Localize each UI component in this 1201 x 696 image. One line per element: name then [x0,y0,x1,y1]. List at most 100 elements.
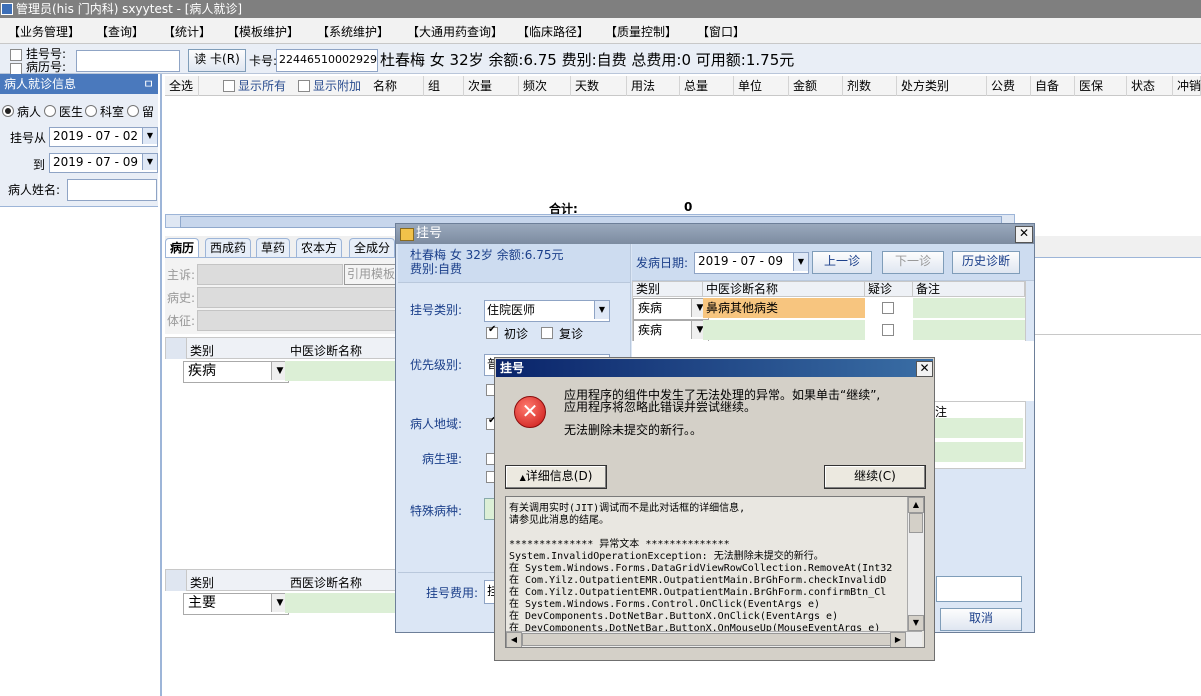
second-grid-cell-1[interactable] [933,418,1023,438]
tcm-type-select[interactable]: 疾病 ▼ [183,361,289,383]
col-insurance[interactable]: 医保 [1075,76,1127,96]
chevron-down-icon[interactable]: ▼ [793,253,808,271]
col-total[interactable]: 总量 [680,76,734,96]
scroll-right-icon[interactable]: ▶ [890,632,906,647]
record-form: 主诉: 引用模板 病史: 体征: [165,258,408,334]
diag-row2-suspect-checkbox[interactable] [882,324,894,336]
col-self[interactable]: 自备 [1031,76,1075,96]
radio-doctor[interactable] [44,105,56,117]
details-hscroll[interactable]: ◀ ▶ [506,631,922,647]
order-grid-body[interactable]: 合计: 0 [165,96,1201,216]
reg-type-select[interactable]: 住院医师 ▼ [484,300,610,322]
prev-visit-button[interactable]: 上一诊 [812,251,872,274]
cancel-button[interactable]: 取消 [940,608,1022,631]
diag-row1-type[interactable]: 疾病 ▼ [633,298,709,320]
col-rx-type[interactable]: 处方类别 [897,76,987,96]
dialog-lower-field[interactable] [936,576,1022,602]
radio-department[interactable] [85,105,97,117]
next-visit-button[interactable]: 下一诊 [882,251,944,274]
details-vscroll[interactable]: ▲ ▼ [907,497,924,631]
menu-business[interactable]: 【业务管理】 [8,23,80,40]
diag-row1-remark[interactable] [913,298,1025,318]
col-public[interactable]: 公费 [987,76,1031,96]
tab-all-ingredients[interactable]: 全成分 [349,238,396,257]
radio-patient[interactable] [2,105,14,117]
diag-row1-suspect-checkbox[interactable] [882,302,894,314]
menu-statistics[interactable]: 【统计】 [163,23,211,40]
menu-template[interactable]: 【模板维护】 [227,23,299,40]
toolbar: 挂号号: 病历号: 读 卡(R) 卡号: 224465100029293 杜春梅… [0,44,1201,75]
diag-row2-type[interactable]: 疾病 ▼ [633,320,709,342]
hscroll-thumb[interactable] [522,633,904,646]
chevron-down-icon[interactable]: ▼ [142,128,157,144]
show-extra-checkbox[interactable] [298,80,310,92]
window-title: 管理员(his 门内科) sxyytest - [病人就诊] [16,2,243,16]
wm-type-value: 主要 [188,595,216,611]
scroll-left-icon[interactable]: ◀ [506,632,522,647]
history-diagnosis-button[interactable]: 历史诊断 [952,251,1020,274]
pin-icon[interactable]: ㅁ [143,74,154,94]
wm-grid-row[interactable]: 主要 ▼ [165,591,397,615]
col-days[interactable]: 天数 [571,76,627,96]
tab-western-medicine[interactable]: 西成药 [205,238,252,257]
read-card-button[interactable]: 读 卡(R) [188,49,246,72]
scroll-up-icon[interactable]: ▲ [908,497,924,513]
tab-farm-recipe[interactable]: 农本方 [296,238,343,257]
tab-medical-record[interactable]: 病历 [165,238,200,257]
menu-window[interactable]: 【窗口】 [697,23,745,40]
history-field[interactable] [197,287,404,308]
error-dialog: 挂号 ✕ ✕ 应用程序的组件中发生了无法处理的异常。如果单击“继续”, 应用程序… [494,357,935,661]
diag-row2-remark[interactable] [913,320,1025,340]
continue-button[interactable]: 继续(C) [824,465,926,489]
show-all-checkbox[interactable] [223,80,235,92]
complaint-field[interactable] [197,264,343,285]
sign-field[interactable] [197,310,404,331]
dialog-second-grid: 注 [932,401,1026,469]
card-no-input[interactable]: 224465100029293 [276,49,378,72]
chevron-down-icon[interactable]: ▼ [142,154,157,170]
wm-name-cell[interactable] [285,593,397,613]
second-grid-cell-2[interactable] [933,442,1023,462]
patient-name-input[interactable] [67,179,157,201]
chevron-down-icon[interactable]: ▼ [594,301,609,319]
scroll-down-icon[interactable]: ▼ [908,615,924,631]
menu-query[interactable]: 【查询】 [96,23,144,40]
radio-stay[interactable] [127,105,139,117]
menu-quality[interactable]: 【质量控制】 [605,23,677,40]
col-unit[interactable]: 单位 [734,76,789,96]
error-icon: ✕ [514,396,546,428]
col-name[interactable]: 名称 [369,76,424,96]
to-date-picker[interactable]: 2019 - 07 - 09 ▼ [49,153,158,173]
error-details-text[interactable]: 有关调用实时(JIT)调试而不是此对话框的详细信息, 请参见此消息的结尾。 **… [505,496,925,648]
col-frequency[interactable]: 频次 [519,76,571,96]
tcm-grid-header: 类别 中医诊断名称 [165,337,397,360]
diag-row1-name[interactable]: 鼻病其他病类 [703,298,865,318]
menu-system[interactable]: 【系统维护】 [317,23,389,40]
onset-date-picker[interactable]: 2019 - 07 - 09 ▼ [694,252,809,274]
reg-no-input[interactable] [76,50,180,72]
close-icon[interactable]: ✕ [1015,226,1033,243]
reg-no-checkbox[interactable] [10,49,22,61]
col-writeoff[interactable]: 冲销 [1173,76,1201,96]
col-group[interactable]: 组 [424,76,464,96]
wm-type-select[interactable]: 主要 ▼ [183,593,289,615]
col-usage[interactable]: 用法 [627,76,680,96]
onset-bar: 发病日期: 2019 - 07 - 09 ▼ 上一诊 下一诊 历史诊断 [632,244,1034,281]
menu-drug-query[interactable]: 【大通用药查询】 [407,23,503,40]
from-date-picker[interactable]: 2019 - 07 - 02 ▼ [49,127,158,147]
diag-row2-name[interactable] [703,320,865,340]
details-button-label: 详细信息(D) [525,469,593,483]
col-amount[interactable]: 金额 [789,76,843,96]
col-dose[interactable]: 次量 [464,76,519,96]
col-status[interactable]: 状态 [1127,76,1173,96]
tcm-grid-row[interactable]: 疾病 ▼ [165,359,397,383]
vscroll-thumb[interactable] [909,513,923,533]
return-visit-checkbox[interactable] [541,327,553,339]
menu-clinical-path[interactable]: 【临床路径】 [517,23,589,40]
col-doses[interactable]: 剂数 [843,76,897,96]
details-button[interactable]: ▲详细信息(D) [505,465,607,489]
close-icon[interactable]: ✕ [916,361,933,377]
tcm-name-cell[interactable] [285,361,397,381]
tab-herbal[interactable]: 草药 [256,238,291,257]
select-all[interactable]: 全选 [165,76,199,96]
